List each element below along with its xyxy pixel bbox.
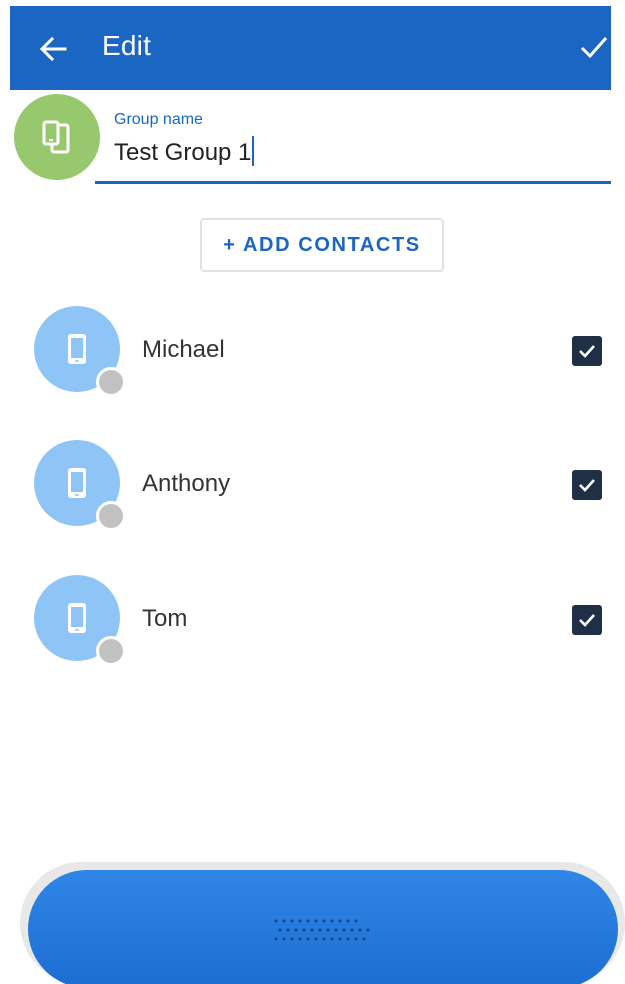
check-icon <box>579 345 595 358</box>
group-name-value: Test Group 1 <box>114 139 252 166</box>
text-caret <box>252 136 255 166</box>
phone-icon <box>68 334 86 364</box>
contact-row-tom[interactable]: Tom <box>0 575 625 675</box>
check-icon[interactable] <box>577 30 611 64</box>
group-avatar[interactable] <box>14 94 100 180</box>
presence-indicator <box>96 367 126 397</box>
group-name-field[interactable]: Group name Test Group 1 <box>95 106 611 186</box>
page-title: Edit <box>102 30 152 61</box>
check-icon <box>579 479 595 492</box>
contact-checkbox[interactable] <box>572 336 602 366</box>
presence-indicator <box>96 501 126 531</box>
grip-dots-icon <box>274 919 370 941</box>
contact-row-michael[interactable]: Michael <box>0 306 625 406</box>
check-icon <box>579 614 595 627</box>
contact-row-anthony[interactable]: Anthony <box>0 440 625 540</box>
presence-indicator <box>96 636 126 666</box>
group-name-input[interactable]: Test Group 1 <box>114 136 255 167</box>
add-contacts-button[interactable]: + ADD CONTACTS <box>200 218 444 272</box>
edit-group-screen: Edit Group name Test Group 1 + ADD CONTA… <box>0 0 625 984</box>
contact-name: Anthony <box>142 470 231 497</box>
devices-icon <box>42 120 70 154</box>
phone-icon <box>68 603 86 633</box>
phone-icon <box>68 468 86 498</box>
group-name-underline <box>95 181 611 184</box>
contact-checkbox[interactable] <box>572 605 602 635</box>
app-bar: Edit <box>10 6 611 90</box>
contact-name: Michael <box>142 336 225 363</box>
contact-checkbox[interactable] <box>572 470 602 500</box>
contact-name: Tom <box>142 605 188 632</box>
group-name-label: Group name <box>114 111 203 128</box>
arrow-left-icon[interactable] <box>38 34 68 64</box>
